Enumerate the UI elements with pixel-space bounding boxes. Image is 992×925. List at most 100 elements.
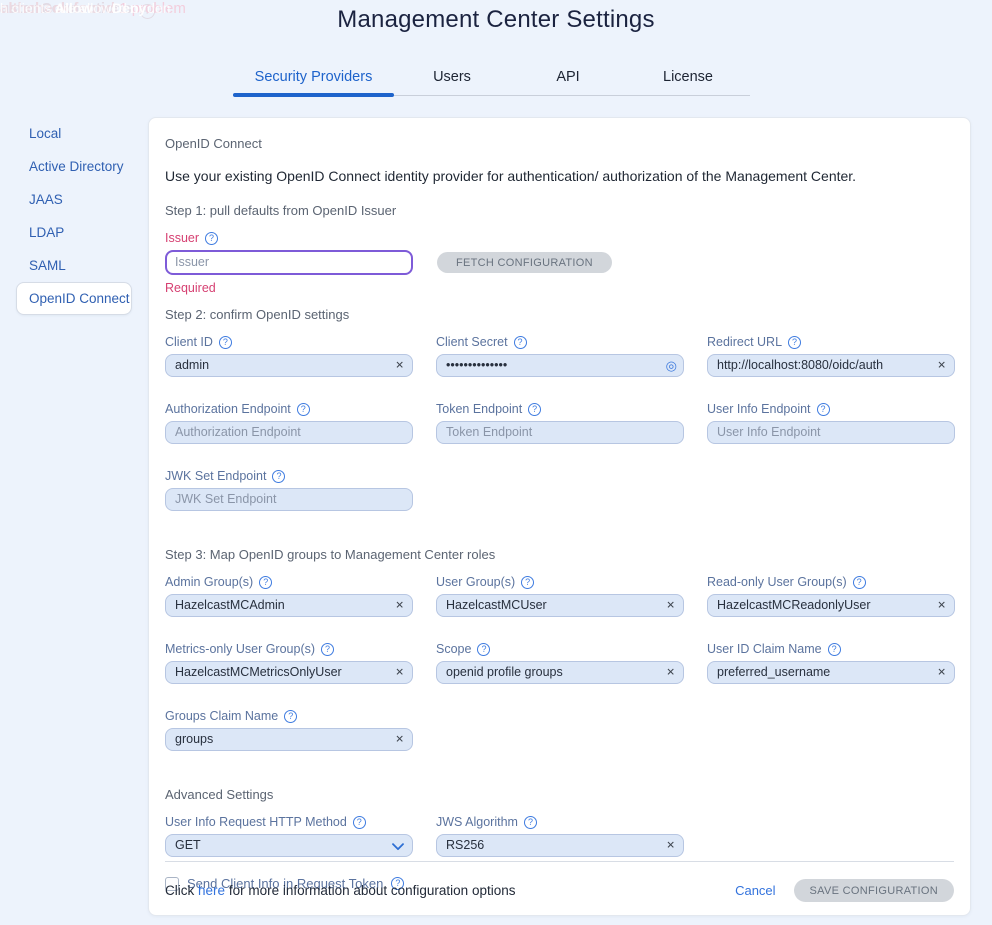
field-authorization-endpoint: Authorization Endpoint ? <box>165 402 413 444</box>
help-icon[interactable]: ? <box>514 336 527 349</box>
help-icon[interactable]: ? <box>272 470 285 483</box>
field-user-id-claim: User ID Claim Name ? ✕ <box>707 642 955 684</box>
redirect-url-label: Redirect URL <box>707 335 782 349</box>
help-icon[interactable]: ? <box>788 336 801 349</box>
help-icon[interactable]: ? <box>524 816 537 829</box>
clear-icon[interactable]: ✕ <box>937 600 946 611</box>
help-icon[interactable]: ? <box>297 403 310 416</box>
help-icon[interactable]: ? <box>828 643 841 656</box>
sidebar-item-local[interactable]: Local <box>16 117 132 150</box>
field-admin-groups: Admin Group(s) ? ✕ <box>165 575 413 617</box>
jws-algorithm-input[interactable] <box>436 834 684 857</box>
field-scope: Scope ? ✕ <box>436 642 684 684</box>
step3-title: Step 3: Map OpenID groups to Management … <box>165 547 954 562</box>
field-metrics-groups: Metrics-only User Group(s) ? ✕ <box>165 642 413 684</box>
footer-divider <box>165 861 954 862</box>
step1-title: Step 1: pull defaults from OpenID Issuer <box>165 203 954 218</box>
user-groups-label: User Group(s) <box>436 575 515 589</box>
security-provider-sidebar: Local Active Directory JAAS LDAP SAML Op… <box>16 117 132 315</box>
groups-claim-label: Groups Claim Name <box>165 709 278 723</box>
token-endpoint-label: Token Endpoint <box>436 402 522 416</box>
show-password-eye-icon[interactable]: ◎ <box>666 359 677 372</box>
clear-icon[interactable]: ✕ <box>937 667 946 678</box>
advanced-settings-title: Advanced Settings <box>165 787 954 802</box>
step2-title: Step 2: confirm OpenID settings <box>165 307 954 322</box>
user-id-claim-label: User ID Claim Name <box>707 642 822 656</box>
tab-license[interactable]: License <box>626 63 750 95</box>
issuer-label: Issuer <box>165 231 199 245</box>
redirect-url-input[interactable] <box>707 354 955 377</box>
http-method-select[interactable] <box>165 834 413 857</box>
admin-groups-input[interactable] <box>165 594 413 617</box>
field-issuer: Issuer ? FETCH CONFIGURATION Required <box>165 231 954 295</box>
help-icon[interactable]: ? <box>521 576 534 589</box>
clear-icon[interactable]: ✕ <box>937 360 946 371</box>
clear-icon[interactable]: ✕ <box>666 667 675 678</box>
scope-input[interactable] <box>436 661 684 684</box>
field-http-method: User Info Request HTTP Method ? <box>165 815 413 857</box>
user-info-endpoint-label: User Info Endpoint <box>707 402 811 416</box>
help-icon[interactable]: ? <box>219 336 232 349</box>
fetch-configuration-button[interactable]: FETCH CONFIGURATION <box>437 252 612 273</box>
sidebar-item-saml[interactable]: SAML <box>16 249 132 282</box>
user-groups-input[interactable] <box>436 594 684 617</box>
field-client-id: Client ID ? ✕ <box>165 335 413 377</box>
required-message: Required <box>165 281 954 295</box>
chevron-down-icon[interactable] <box>392 842 404 850</box>
client-id-label: Client ID <box>165 335 213 349</box>
field-token-endpoint: Token Endpoint ? <box>436 402 684 444</box>
tab-users[interactable]: Users <box>394 63 510 95</box>
client-secret-input[interactable] <box>436 354 684 377</box>
field-client-secret: Client Secret ? ◎ <box>436 335 684 377</box>
help-icon[interactable]: ? <box>528 403 541 416</box>
openid-connect-panel: OpenID Connect Use your existing OpenID … <box>148 117 971 916</box>
sidebar-item-ldap[interactable]: LDAP <box>16 216 132 249</box>
jwk-set-endpoint-input[interactable] <box>165 488 413 511</box>
metrics-groups-label: Metrics-only User Group(s) <box>165 642 315 656</box>
field-jws-algorithm: JWS Algorithm ? ✕ <box>436 815 684 857</box>
http-method-value[interactable] <box>165 834 413 857</box>
tab-api[interactable]: API <box>510 63 626 95</box>
user-info-endpoint-input[interactable] <box>707 421 955 444</box>
help-icon[interactable]: ? <box>477 643 490 656</box>
authorization-endpoint-input[interactable] <box>165 421 413 444</box>
help-icon[interactable]: ? <box>205 232 218 245</box>
metrics-groups-input[interactable] <box>165 661 413 684</box>
issuer-input[interactable] <box>165 250 413 275</box>
client-secret-label: Client Secret <box>436 335 508 349</box>
user-id-claim-input[interactable] <box>707 661 955 684</box>
panel-description: Use your existing OpenID Connect identit… <box>165 168 954 184</box>
clear-icon[interactable]: ✕ <box>395 734 404 745</box>
sidebar-item-jaas[interactable]: JAAS <box>16 183 132 216</box>
help-icon[interactable]: ? <box>259 576 272 589</box>
cancel-button[interactable]: Cancel <box>735 883 775 898</box>
clear-icon[interactable]: ✕ <box>666 840 675 851</box>
field-redirect-url: Redirect URL ? ✕ <box>707 335 955 377</box>
help-icon[interactable]: ? <box>853 576 866 589</box>
http-method-label: User Info Request HTTP Method <box>165 815 347 829</box>
tab-bar: Security Providers Users API License <box>233 63 750 96</box>
tab-security-providers[interactable]: Security Providers <box>233 63 394 95</box>
sidebar-item-active-directory[interactable]: Active Directory <box>16 150 132 183</box>
scope-label: Scope <box>436 642 471 656</box>
clear-icon[interactable]: ✕ <box>395 600 404 611</box>
field-jwk-set-endpoint: JWK Set Endpoint ? <box>165 469 413 511</box>
page-title: Management Center Settings <box>0 6 992 34</box>
panel-footer: Click here for more information about co… <box>165 861 954 902</box>
help-icon[interactable]: ? <box>321 643 334 656</box>
clear-icon[interactable]: ✕ <box>395 667 404 678</box>
more-info-link[interactable]: here <box>198 883 225 898</box>
client-id-input[interactable] <box>165 354 413 377</box>
token-endpoint-input[interactable] <box>436 421 684 444</box>
help-icon[interactable]: ? <box>284 710 297 723</box>
sidebar-item-openid-connect[interactable]: OpenID Connect <box>16 282 132 315</box>
jwk-set-endpoint-label: JWK Set Endpoint <box>165 469 266 483</box>
readonly-groups-input[interactable] <box>707 594 955 617</box>
groups-claim-input[interactable] <box>165 728 413 751</box>
clear-icon[interactable]: ✕ <box>666 600 675 611</box>
help-icon[interactable]: ? <box>353 816 366 829</box>
help-icon[interactable]: ? <box>817 403 830 416</box>
clear-icon[interactable]: ✕ <box>395 360 404 371</box>
field-user-groups: User Group(s) ? ✕ <box>436 575 684 617</box>
save-configuration-button[interactable]: SAVE CONFIGURATION <box>794 879 954 902</box>
